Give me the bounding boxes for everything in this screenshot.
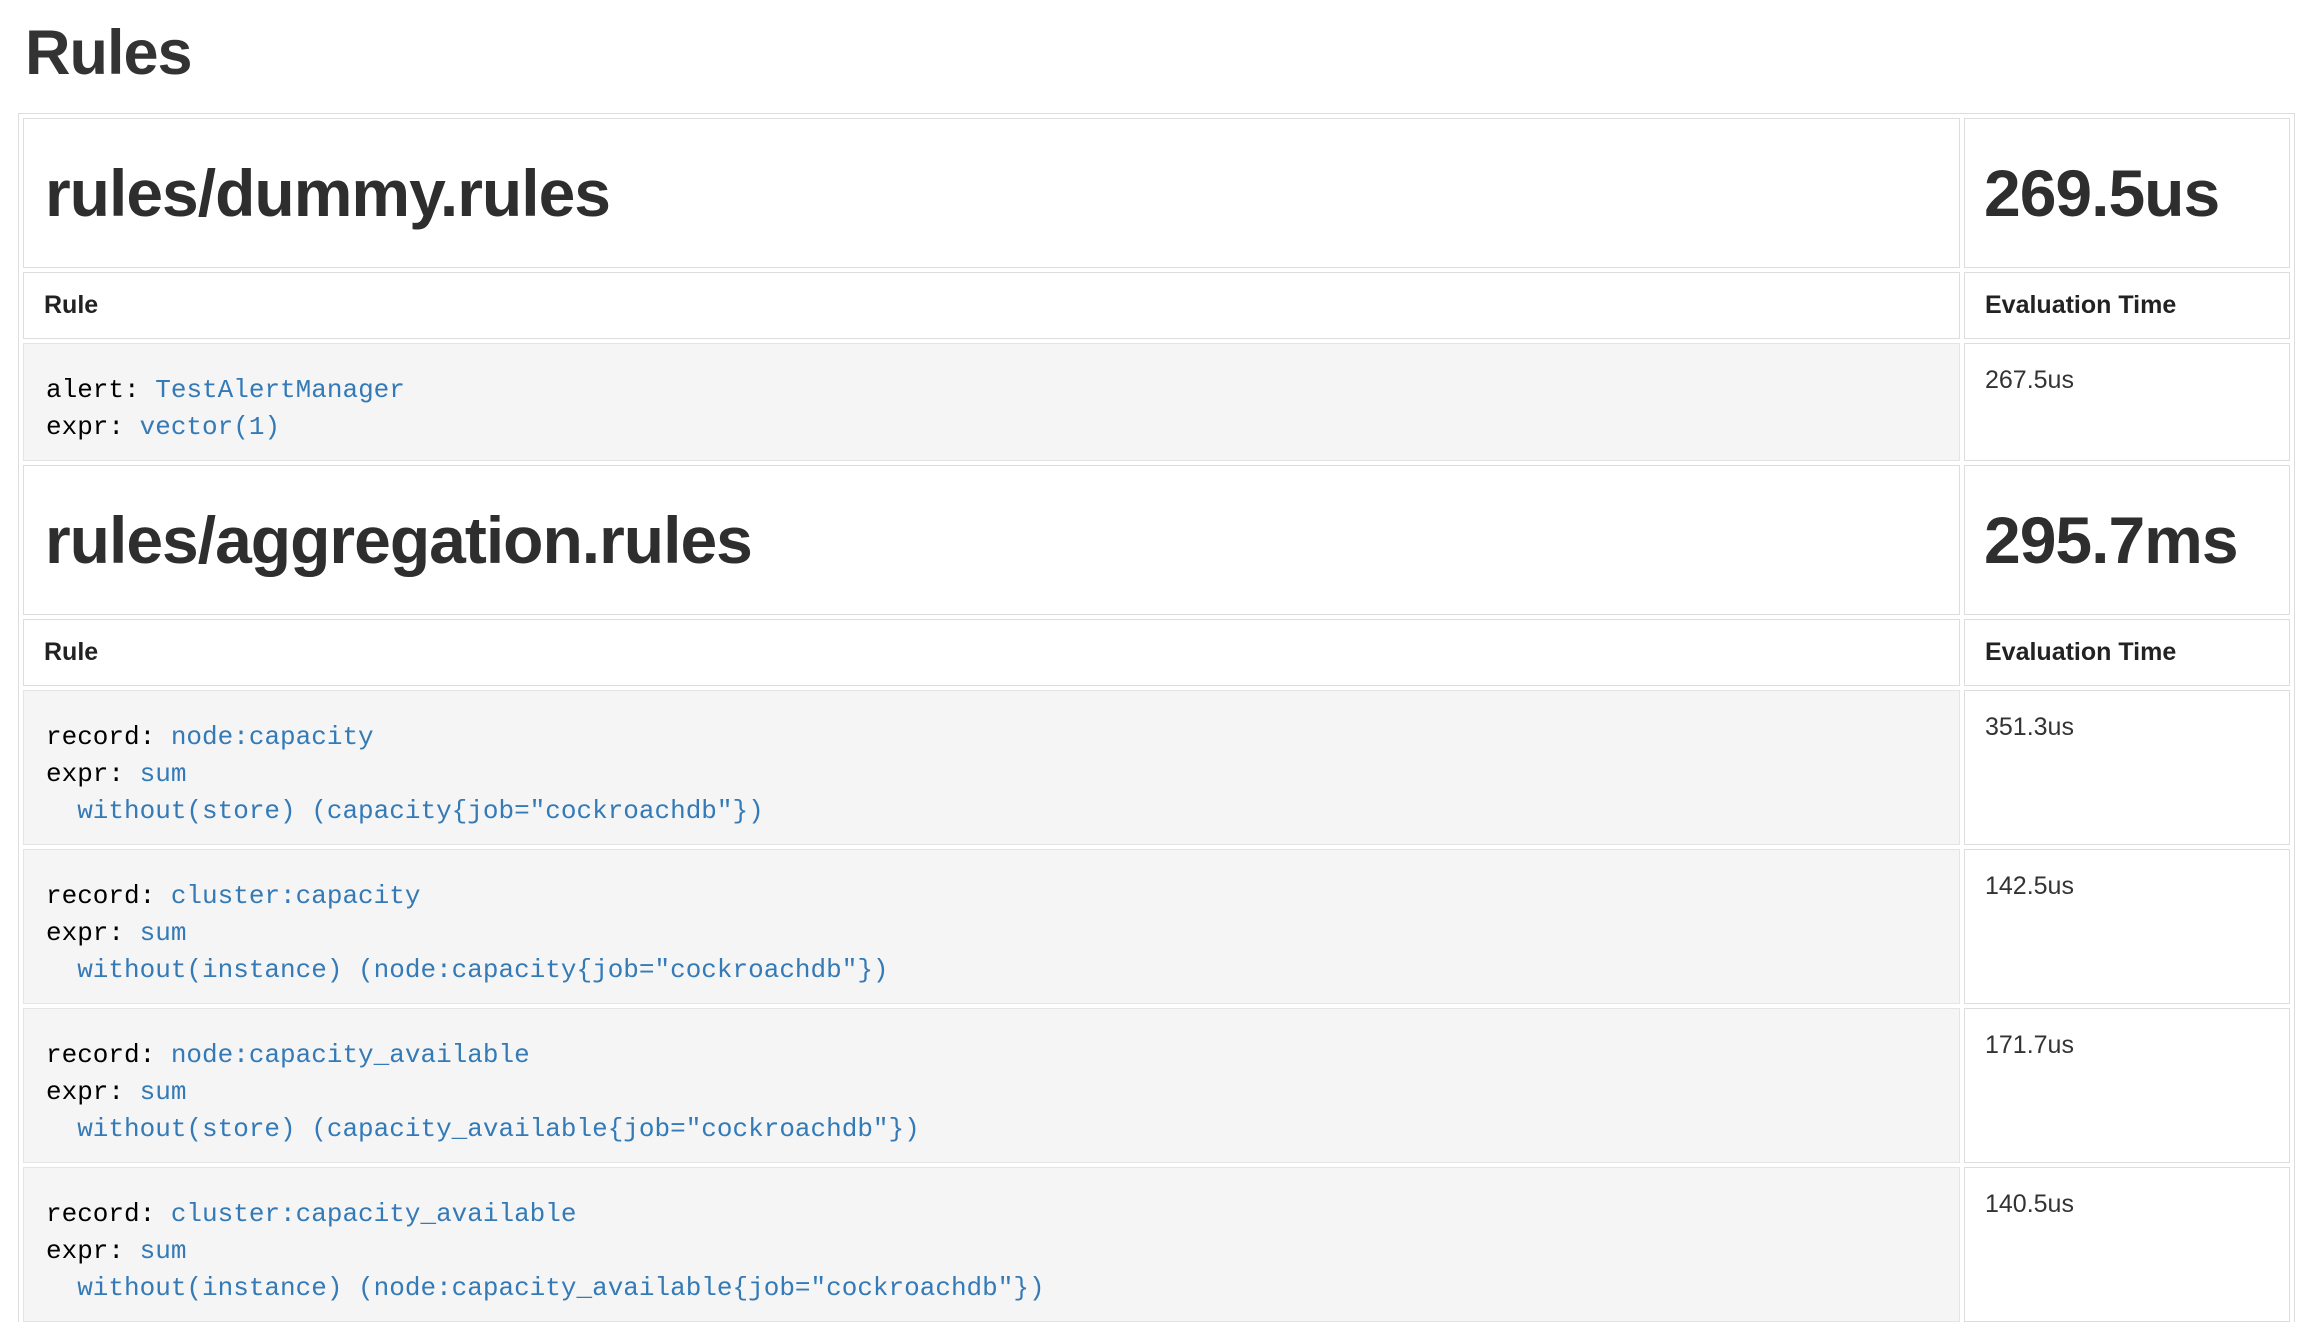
rule-name-link[interactable]: cluster:capacity_available (171, 1199, 577, 1229)
rule-kind-label: record: (46, 1040, 155, 1070)
expr-label: expr: (46, 1236, 124, 1266)
rule-row: alert: TestAlertManager expr: vector(1) … (23, 343, 2290, 461)
rule-expr-link[interactable]: sum without(instance) (node:capacity{job… (46, 918, 889, 985)
rule-group-eval-total: 295.7ms (1966, 502, 2288, 578)
rule-cell: alert: TestAlertManager expr: vector(1) (23, 343, 1960, 461)
rule-cell: record: cluster:capacity expr: sum witho… (23, 849, 1960, 1004)
expr-label: expr: (46, 759, 124, 789)
rule-code: record: node:capacity_available expr: su… (46, 1037, 1937, 1148)
rule-expr-link[interactable]: sum without(instance) (node:capacity_ava… (46, 1236, 1045, 1303)
rule-group-file: rules/aggregation.rules (25, 502, 1958, 578)
rules-table: rules/dummy.rules 269.5us Rule Evaluatio… (19, 114, 2294, 1322)
rule-kind-label: alert: (46, 375, 140, 405)
rule-row: record: node:capacity_available expr: su… (23, 1008, 2290, 1163)
rule-eval-time: 140.5us (1964, 1167, 2290, 1322)
rules-page: Rules rules/dummy.rules 269.5us Rule Eva… (0, 0, 2316, 1322)
rule-eval-time: 171.7us (1964, 1008, 2290, 1163)
rule-group-file: rules/dummy.rules (25, 155, 1958, 231)
rule-name-link[interactable]: node:capacity_available (171, 1040, 530, 1070)
rule-column-header: Rule (23, 272, 1960, 339)
expr-label: expr: (46, 1077, 124, 1107)
rule-expr-link[interactable]: sum without(store) (capacity_available{j… (46, 1077, 920, 1144)
rule-code: record: cluster:capacity_available expr:… (46, 1196, 1937, 1307)
rule-row: record: cluster:capacity expr: sum witho… (23, 849, 2290, 1004)
rule-eval-time: 351.3us (1964, 690, 2290, 845)
page-title: Rules (0, 0, 2316, 85)
table-header-row: Rule Evaluation Time (23, 272, 2290, 339)
table-header-row: Rule Evaluation Time (23, 619, 2290, 686)
rule-eval-time: 142.5us (1964, 849, 2290, 1004)
rule-column-header: Rule (23, 619, 1960, 686)
rule-cell: record: cluster:capacity_available expr:… (23, 1167, 1960, 1322)
rule-code: record: cluster:capacity expr: sum witho… (46, 878, 1937, 989)
rule-name-link[interactable]: TestAlertManager (155, 375, 405, 405)
rule-group-eval-cell: 295.7ms (1964, 465, 2290, 615)
rule-expr-link[interactable]: vector(1) (140, 412, 280, 442)
rule-kind-label: record: (46, 881, 155, 911)
rule-group-file-cell: rules/dummy.rules (23, 118, 1960, 268)
rule-name-link[interactable]: node:capacity (171, 722, 374, 752)
rule-row: record: node:capacity expr: sum without(… (23, 690, 2290, 845)
eval-time-column-header: Evaluation Time (1964, 619, 2290, 686)
rules-panel: rules/dummy.rules 269.5us Rule Evaluatio… (18, 113, 2295, 1322)
eval-time-column-header: Evaluation Time (1964, 272, 2290, 339)
rule-group-file-cell: rules/aggregation.rules (23, 465, 1960, 615)
rule-eval-time: 267.5us (1964, 343, 2290, 461)
rule-group-heading-row: rules/aggregation.rules 295.7ms (23, 465, 2290, 615)
rule-kind-label: record: (46, 722, 155, 752)
rule-group-eval-cell: 269.5us (1964, 118, 2290, 268)
rule-cell: record: node:capacity expr: sum without(… (23, 690, 1960, 845)
rule-code: alert: TestAlertManager expr: vector(1) (46, 372, 1937, 446)
rule-kind-label: record: (46, 1199, 155, 1229)
rule-code: record: node:capacity expr: sum without(… (46, 719, 1937, 830)
rule-name-link[interactable]: cluster:capacity (171, 881, 421, 911)
rule-expr-link[interactable]: sum without(store) (capacity{job="cockro… (46, 759, 764, 826)
rule-row: record: cluster:capacity_available expr:… (23, 1167, 2290, 1322)
expr-label: expr: (46, 412, 124, 442)
rule-cell: record: node:capacity_available expr: su… (23, 1008, 1960, 1163)
expr-label: expr: (46, 918, 124, 948)
rule-group-eval-total: 269.5us (1966, 155, 2288, 231)
rule-group-heading-row: rules/dummy.rules 269.5us (23, 118, 2290, 268)
